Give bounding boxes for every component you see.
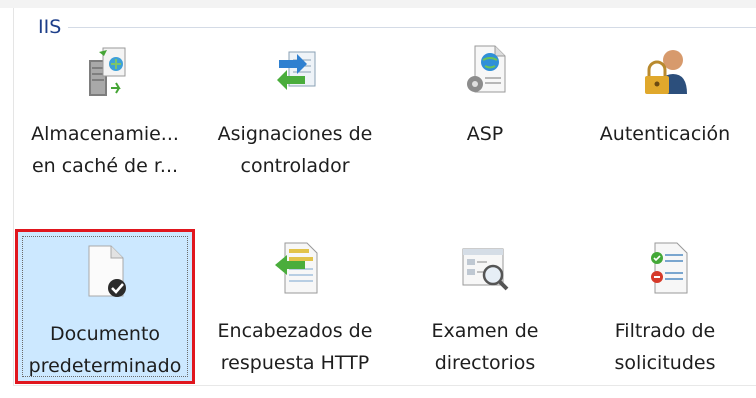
feature-label-line2: respuesta HTTP <box>220 352 370 374</box>
feature-label: Almacenamie... en caché de r... <box>15 118 195 182</box>
feature-label-line2: solicitudes <box>614 352 716 374</box>
authentication-icon <box>645 50 687 94</box>
feature-label: Documento predeterminado <box>18 318 192 382</box>
feature-label-line1: Asignaciones de <box>217 123 373 145</box>
feature-label: Autenticación <box>575 118 755 150</box>
group-divider <box>68 27 756 28</box>
feature-label: Examen de directorios <box>395 315 575 379</box>
http-response-headers-icon <box>275 242 318 294</box>
feature-label-line2: directorios <box>434 352 536 374</box>
feature-label-line2: controlador <box>240 155 350 177</box>
feature-directory-browsing[interactable]: Examen de directorios <box>395 229 575 384</box>
request-filtering-icon <box>651 242 688 294</box>
feature-label: ASP <box>395 118 575 150</box>
feature-label-line2: predeterminado <box>28 355 182 377</box>
feature-label-line1: Autenticación <box>599 123 731 145</box>
panel-bottom-border <box>13 385 756 386</box>
feature-label-line1: Filtrado de <box>614 320 716 342</box>
panel-left-border <box>13 8 14 386</box>
toolbar-band <box>0 0 756 8</box>
feature-label-line1: ASP <box>466 123 504 145</box>
feature-handler-mappings[interactable]: Asignaciones de controlador <box>205 32 385 187</box>
server-cache-icon <box>89 47 126 96</box>
handler-mappings-icon <box>277 51 316 90</box>
feature-label-line1: Examen de <box>431 320 539 342</box>
feature-output-caching[interactable]: Almacenamie... en caché de r... <box>15 32 195 187</box>
feature-http-response-headers[interactable]: Encabezados de respuesta HTTP <box>205 229 385 384</box>
directory-browsing-icon <box>462 248 509 291</box>
feature-label: Filtrado de solicitudes <box>575 315 755 379</box>
feature-request-filtering[interactable]: Filtrado de solicitudes <box>575 229 755 384</box>
feature-label: Encabezados de respuesta HTTP <box>205 315 385 379</box>
feature-label-line1: Encabezados de <box>217 320 373 342</box>
feature-label: Asignaciones de controlador <box>205 118 385 182</box>
feature-label-line2: en caché de r... <box>31 155 179 177</box>
asp-icon <box>467 45 506 93</box>
feature-label-line1: Almacenamie... <box>31 123 179 145</box>
feature-label-line1: Documento <box>49 323 161 345</box>
feature-default-document[interactable]: Documento predeterminado <box>15 229 195 384</box>
feature-authentication[interactable]: Autenticación <box>575 32 755 187</box>
default-document-icon <box>88 245 126 297</box>
feature-asp[interactable]: ASP <box>395 32 575 187</box>
